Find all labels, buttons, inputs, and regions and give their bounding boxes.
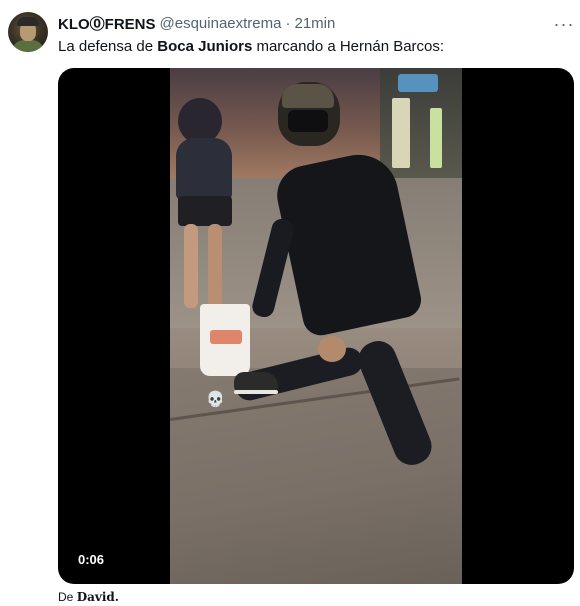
cup-label [210,330,242,344]
ellipsis-icon: ··· [553,13,575,34]
store-light [392,98,410,168]
video-player[interactable]: 💀 0:06 [58,68,574,584]
tweet-text-part2: marcando a Hernán Barcos: [252,38,445,55]
tweet[interactable]: KLO⓪FRENS @esquinaextrema · 21min ··· La… [0,0,580,606]
header-separator: · [285,14,291,32]
player-helmet [282,84,334,108]
skull-icon: 💀 [206,391,225,408]
player-visor [288,110,328,132]
attribution-prefix: De [58,590,77,604]
store-sign [398,74,438,92]
store-light-secondary [430,108,442,168]
player-hand [318,336,346,362]
tweet-header: KLO⓪FRENS @esquinaextrema · 21min [58,13,335,33]
tweet-timestamp[interactable]: 21min [294,15,335,32]
tweet-text: La defensa de Boca Juniors marcando a He… [58,37,444,57]
bystander-leg [208,224,222,308]
tweet-text-bold: Boca Juniors [157,38,253,55]
player-shoe-sole [234,390,278,394]
video-duration-badge: 0:06 [72,550,111,570]
bystander-leg [184,224,198,308]
author-handle[interactable]: @esquinaextrema [160,15,282,32]
media-attribution: De David. [58,590,119,604]
bystander-shorts [178,196,232,226]
more-options-button[interactable]: ··· [552,12,576,36]
attribution-author[interactable]: David. [77,590,119,604]
avatar[interactable] [8,12,48,52]
bystander-body [176,138,232,200]
author-display-name[interactable]: KLO⓪FRENS [58,13,156,34]
avatar-cap [17,17,39,26]
tweet-text-part1: La defensa de [58,38,158,55]
avatar-shirt [12,40,44,52]
video-frame: 💀 [170,68,462,584]
